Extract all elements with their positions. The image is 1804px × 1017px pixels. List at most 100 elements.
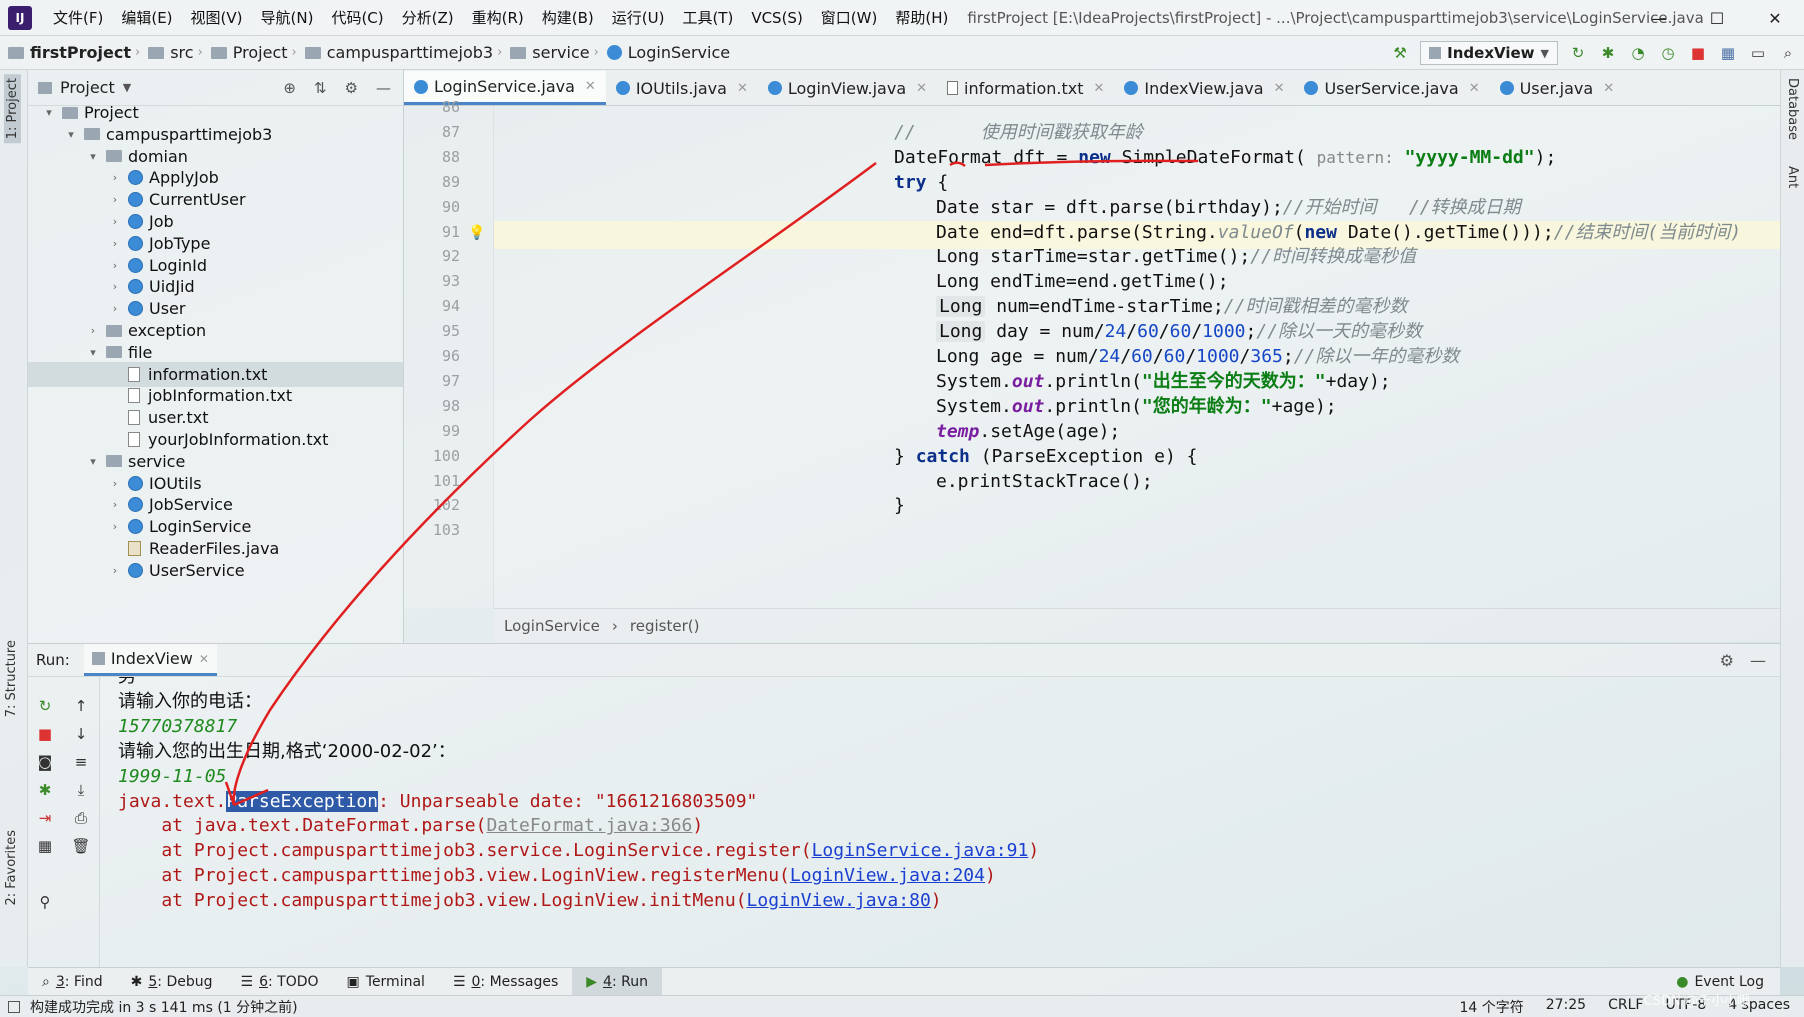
chevron-right-icon[interactable]: ›: [108, 215, 122, 228]
locate-target-icon[interactable]: ⊕: [283, 79, 296, 97]
status-message[interactable]: 构建成功完成 in 3 s 141 ms (1 分钟之前): [20, 997, 298, 1017]
chevron-down-icon[interactable]: ▾: [64, 128, 78, 141]
chevron-right-icon[interactable]: ›: [108, 193, 122, 206]
status-line-separator[interactable]: CRLF: [1608, 997, 1643, 1017]
camera-icon[interactable]: ◙: [34, 751, 56, 773]
editor-tab[interactable]: LoginView.java ✕: [758, 71, 937, 105]
chevron-right-icon[interactable]: ›: [108, 280, 122, 293]
soft-wrap-icon[interactable]: ≡: [70, 751, 92, 773]
breadcrumb-item-4[interactable]: service: [502, 43, 593, 62]
pin-icon[interactable]: ⚲: [34, 891, 56, 913]
menu-item-9[interactable]: 工具(T): [673, 0, 742, 36]
close-button[interactable]: ✕: [1746, 0, 1804, 36]
tool-tab-project[interactable]: 1: Project: [4, 74, 21, 144]
tree-item[interactable]: › UserService: [28, 558, 404, 583]
bottom-tab[interactable]: ☰ 0: Messages: [439, 968, 572, 996]
menu-item-4[interactable]: 代码(C): [322, 0, 392, 36]
maximize-button[interactable]: ☐: [1688, 0, 1746, 36]
menu-item-10[interactable]: VCS(S): [742, 0, 811, 36]
close-icon[interactable]: ✕: [585, 79, 596, 94]
trash-icon[interactable]: 🗑: [70, 835, 92, 857]
coverage-icon[interactable]: ◔: [1628, 43, 1648, 63]
search-everywhere-icon[interactable]: ⌕: [1778, 43, 1798, 63]
event-log-button[interactable]: ● Event Log: [1676, 974, 1780, 990]
profile-icon[interactable]: ◷: [1658, 43, 1678, 63]
stacktrace-link[interactable]: LoginView.java:80: [747, 890, 931, 911]
hide-panel-icon[interactable]: —: [1750, 651, 1766, 670]
chevron-down-icon[interactable]: ▾: [86, 150, 100, 163]
console-output[interactable]: 男请输入你的电话： 15770378817 请输入您的出生日期,格式‘2000-02…: [100, 677, 1780, 967]
editor-tab[interactable]: IOUtils.java ✕: [606, 71, 758, 105]
collapse-all-icon[interactable]: ⇅: [314, 79, 327, 97]
tool-tab-favorites[interactable]: 2: Favorites: [4, 830, 19, 906]
status-caret-position[interactable]: 27:25: [1546, 997, 1586, 1017]
bottom-tab[interactable]: ▶ 4: Run: [572, 967, 662, 996]
bottom-tab[interactable]: ▣ Terminal: [333, 968, 439, 996]
tool-tab-ant[interactable]: Ant: [1785, 166, 1800, 188]
intention-bulb-icon[interactable]: 💡: [468, 225, 485, 241]
stacktrace-link[interactable]: LoginView.java:204: [790, 865, 985, 886]
chevron-right-icon[interactable]: ›: [108, 498, 122, 511]
debug-bug-icon[interactable]: ✱: [34, 779, 56, 801]
menu-item-11[interactable]: 窗口(W): [812, 0, 887, 36]
close-icon[interactable]: ✕: [1469, 81, 1480, 96]
chevron-right-icon[interactable]: ›: [108, 259, 122, 272]
run-config-select[interactable]: IndexView ▼: [1420, 41, 1558, 65]
chevron-right-icon[interactable]: ›: [86, 324, 100, 337]
breadcrumb-item-3[interactable]: campusparttimejob3: [297, 43, 497, 62]
chevron-down-icon[interactable]: ▾: [42, 106, 56, 119]
chevron-down-icon[interactable]: ▾: [86, 346, 100, 359]
editor-tab[interactable]: UserService.java ✕: [1294, 71, 1489, 105]
scroll-up-icon[interactable]: ↑: [70, 695, 92, 717]
menu-item-2[interactable]: 视图(V): [182, 0, 252, 36]
close-icon[interactable]: ✕: [1603, 81, 1614, 96]
exit-icon[interactable]: ⇥: [34, 807, 56, 829]
stop-icon[interactable]: ■: [34, 723, 56, 745]
rerun-icon[interactable]: ↻: [1568, 43, 1588, 63]
editor-tab[interactable]: User.java ✕: [1490, 71, 1625, 105]
gear-icon[interactable]: ⚙: [1720, 651, 1734, 670]
hide-panel-icon[interactable]: —: [376, 79, 391, 97]
code-editor[interactable]: // 使用时间戳获取年龄 DateFormat dft = new SimpleD…: [494, 106, 1780, 608]
menu-item-7[interactable]: 构建(B): [533, 0, 603, 36]
status-panel-icon[interactable]: [8, 1000, 20, 1013]
chevron-right-icon[interactable]: ›: [108, 520, 122, 533]
scroll-to-end-icon[interactable]: ⤓: [70, 779, 92, 801]
close-icon[interactable]: ✕: [199, 652, 209, 666]
chevron-right-icon[interactable]: ›: [108, 237, 122, 250]
editor-breadcrumb-item[interactable]: LoginService: [504, 617, 600, 635]
bottom-tab[interactable]: ☰ 6: TODO: [227, 968, 333, 996]
rerun-icon[interactable]: ↻: [34, 695, 56, 717]
chevron-right-icon[interactable]: ›: [108, 171, 122, 184]
menu-item-12[interactable]: 帮助(H): [886, 0, 957, 36]
close-icon[interactable]: ✕: [1274, 81, 1285, 96]
tool-tab-structure[interactable]: 7: Structure: [4, 640, 19, 717]
breadcrumb-item-5[interactable]: LoginService: [599, 43, 734, 62]
chevron-right-icon[interactable]: ›: [108, 302, 122, 315]
breadcrumb-item-2[interactable]: Project: [203, 43, 292, 62]
tool-tab-database[interactable]: Database: [1785, 78, 1800, 140]
close-icon[interactable]: ✕: [737, 81, 748, 96]
debug-bug-icon[interactable]: ✱: [1598, 43, 1618, 63]
breadcrumb-item-1[interactable]: src: [140, 43, 197, 62]
chevron-down-icon[interactable]: ▼: [123, 81, 131, 94]
chevron-down-icon[interactable]: ▾: [86, 455, 100, 468]
bottom-tab[interactable]: ⌕ 3: Find: [28, 968, 117, 996]
gear-icon[interactable]: ⚙: [345, 79, 358, 97]
breadcrumb-item-0[interactable]: firstProject: [0, 43, 135, 62]
build-hammer-icon[interactable]: ⚒: [1390, 43, 1410, 63]
print-icon[interactable]: ⎙: [70, 807, 92, 829]
menu-item-5[interactable]: 分析(Z): [393, 0, 463, 36]
menu-item-3[interactable]: 导航(N): [252, 0, 323, 36]
close-icon[interactable]: ✕: [916, 81, 927, 96]
run-tab-indexview[interactable]: IndexView ✕: [83, 644, 217, 676]
bottom-tab[interactable]: ✱ 5: Debug: [117, 968, 227, 996]
menu-item-6[interactable]: 重构(R): [463, 0, 533, 36]
chevron-right-icon[interactable]: ›: [108, 477, 122, 490]
editor-breadcrumb-item[interactable]: register(): [630, 617, 700, 635]
project-panel-title[interactable]: Project: [60, 78, 115, 97]
menu-item-8[interactable]: 运行(U): [603, 0, 674, 36]
layout-icon[interactable]: ▦: [34, 835, 56, 857]
editor-tab[interactable]: IndexView.java ✕: [1114, 71, 1294, 105]
editor-tab[interactable]: information.txt ✕: [937, 71, 1114, 105]
